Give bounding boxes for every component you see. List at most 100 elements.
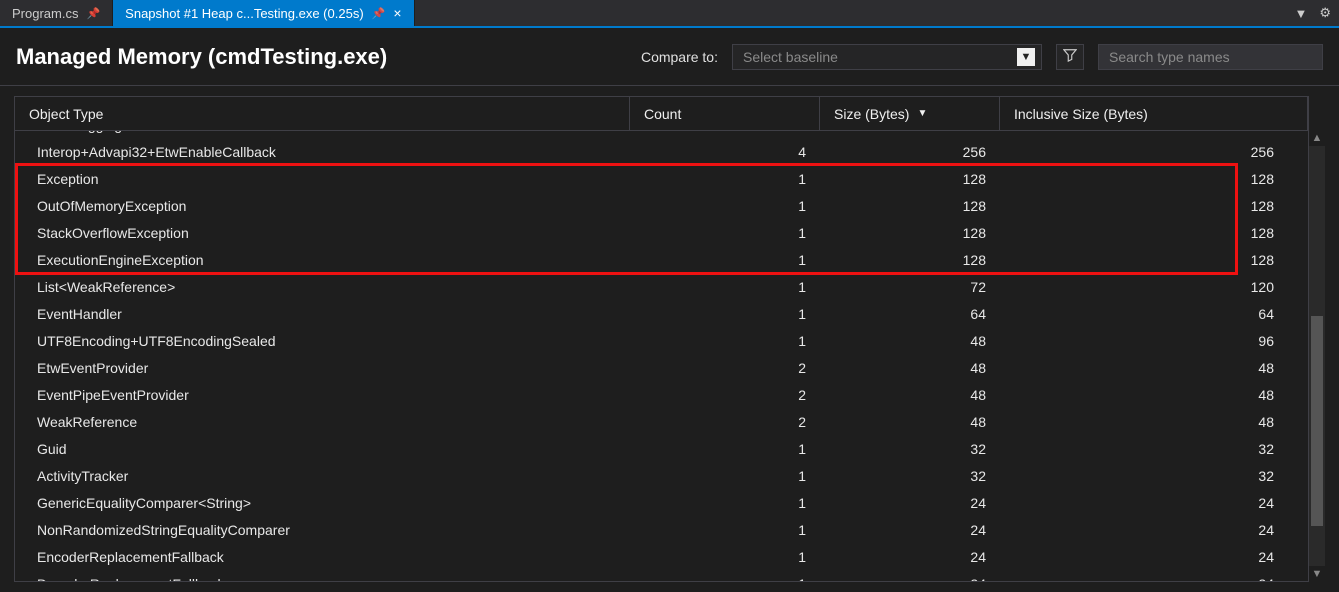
scroll-track[interactable] — [1309, 146, 1325, 566]
scroll-down-icon[interactable]: ▼ — [1309, 566, 1325, 582]
scroll-up-icon[interactable]: ▲ — [1309, 130, 1325, 146]
cell-count: 1 — [630, 198, 820, 214]
filter-button[interactable] — [1056, 44, 1084, 70]
table-row[interactable]: EtwEventProvider24848 — [15, 354, 1308, 381]
cell-type: EventPipeEventProvider — [15, 387, 630, 403]
cell-size: 256 — [820, 131, 1000, 133]
cell-type: ActivityTracker — [15, 468, 630, 484]
table-row[interactable]: Exception1128128 — [15, 165, 1308, 192]
cell-inclusive: 48 — [1000, 387, 1308, 403]
cell-type: GenericEqualityComparer<String> — [15, 495, 630, 511]
table-row[interactable]: Guid13232 — [15, 435, 1308, 462]
cell-size: 48 — [820, 414, 1000, 430]
vertical-scrollbar[interactable]: ▲ ▼ — [1309, 130, 1325, 582]
gear-icon[interactable]: ⚙ — [1319, 5, 1331, 21]
scroll-thumb[interactable] — [1311, 316, 1323, 526]
cell-inclusive: 32 — [1000, 468, 1308, 484]
filter-icon — [1063, 48, 1077, 65]
column-header-inclusive[interactable]: Inclusive Size (Bytes) — [1000, 97, 1308, 130]
cell-count: 1 — [630, 333, 820, 349]
header-bar: Managed Memory (cmdTesting.exe) Compare … — [0, 28, 1339, 86]
cell-count: 2 — [630, 360, 820, 376]
cell-type: OutOfMemoryException — [15, 198, 630, 214]
cell-inclusive: 128 — [1000, 252, 1308, 268]
table-row[interactable]: UTF8Encoding+UTF8EncodingSealed14896 — [15, 327, 1308, 354]
table-row[interactable]: EncoderReplacementFallback12424 — [15, 543, 1308, 570]
table-row[interactable]: OutOfMemoryException1128128 — [15, 192, 1308, 219]
chevron-down-icon[interactable]: ▼ — [1017, 48, 1035, 66]
table-row[interactable]: EventPipeEventProvider24848 — [15, 381, 1308, 408]
cell-count: 1 — [630, 225, 820, 241]
cell-size: 48 — [820, 333, 1000, 349]
pin-icon[interactable]: 📌 — [86, 7, 100, 20]
tab-snapshot[interactable]: Snapshot #1 Heap c...Testing.exe (0.25s)… — [113, 0, 414, 26]
rows-viewport: TraceLoggingEventHandleTable2256256Inter… — [15, 131, 1308, 581]
cell-size: 32 — [820, 441, 1000, 457]
cell-inclusive: 48 — [1000, 360, 1308, 376]
cell-size: 128 — [820, 198, 1000, 214]
cell-size: 24 — [820, 495, 1000, 511]
cell-count: 1 — [630, 468, 820, 484]
cell-type: Guid — [15, 441, 630, 457]
cell-size: 48 — [820, 387, 1000, 403]
cell-count: 1 — [630, 252, 820, 268]
tab-label: Snapshot #1 Heap c...Testing.exe (0.25s) — [125, 6, 363, 21]
cell-type: WeakReference — [15, 414, 630, 430]
cell-size: 32 — [820, 468, 1000, 484]
compare-label: Compare to: — [641, 49, 718, 65]
cell-count: 4 — [630, 144, 820, 160]
table-row[interactable]: List<WeakReference>172120 — [15, 273, 1308, 300]
column-header-size[interactable]: Size (Bytes) ▼ — [820, 97, 1000, 130]
cell-inclusive: 24 — [1000, 549, 1308, 565]
cell-inclusive: 48 — [1000, 414, 1308, 430]
tabstrip-spacer — [415, 0, 1287, 26]
tab-label: Program.cs — [12, 6, 78, 21]
table-row[interactable]: ActivityTracker13232 — [15, 462, 1308, 489]
cell-size: 24 — [820, 549, 1000, 565]
cell-type: EncoderReplacementFallback — [15, 549, 630, 565]
table-row[interactable]: ExecutionEngineException1128128 — [15, 246, 1308, 273]
cell-inclusive: 256 — [1000, 131, 1308, 133]
cell-type: EtwEventProvider — [15, 360, 630, 376]
cell-size: 24 — [820, 576, 1000, 582]
table-row[interactable]: DecoderReplacementFallback12424 — [15, 570, 1308, 581]
cell-count: 1 — [630, 441, 820, 457]
table-row[interactable]: EventHandler16464 — [15, 300, 1308, 327]
cell-count: 2 — [630, 131, 820, 133]
search-input[interactable] — [1109, 49, 1312, 65]
cell-size: 256 — [820, 144, 1000, 160]
dropdown-icon[interactable]: ▼ — [1294, 6, 1307, 21]
pin-icon[interactable]: 📌 — [372, 7, 386, 20]
search-box[interactable] — [1098, 44, 1323, 70]
cell-count: 2 — [630, 414, 820, 430]
table-row[interactable]: GenericEqualityComparer<String>12424 — [15, 489, 1308, 516]
cell-type: List<WeakReference> — [15, 279, 630, 295]
column-header-type[interactable]: Object Type — [15, 97, 630, 130]
baseline-placeholder: Select baseline — [743, 49, 838, 65]
tabstrip-actions: ▼ ⚙ — [1286, 0, 1339, 26]
tab-program[interactable]: Program.cs 📌 — [0, 0, 113, 26]
cell-type: StackOverflowException — [15, 225, 630, 241]
cell-size: 48 — [820, 360, 1000, 376]
table-row[interactable]: Interop+Advapi32+EtwEnableCallback425625… — [15, 138, 1308, 165]
cell-type: EventHandler — [15, 306, 630, 322]
table-row[interactable]: TraceLoggingEventHandleTable2256256 — [15, 131, 1308, 138]
cell-size: 128 — [820, 252, 1000, 268]
cell-count: 1 — [630, 279, 820, 295]
close-icon[interactable]: × — [393, 6, 401, 20]
table-row[interactable]: WeakReference24848 — [15, 408, 1308, 435]
cell-inclusive: 24 — [1000, 576, 1308, 582]
cell-count: 2 — [630, 387, 820, 403]
baseline-select[interactable]: Select baseline ▼ — [732, 44, 1042, 70]
column-header-count[interactable]: Count — [630, 97, 820, 130]
cell-count: 1 — [630, 522, 820, 538]
table-row[interactable]: StackOverflowException1128128 — [15, 219, 1308, 246]
cell-count: 1 — [630, 306, 820, 322]
cell-type: Exception — [15, 171, 630, 187]
cell-size: 72 — [820, 279, 1000, 295]
table-row[interactable]: NonRandomizedStringEqualityComparer12424 — [15, 516, 1308, 543]
page-title: Managed Memory (cmdTesting.exe) — [16, 44, 387, 70]
cell-inclusive: 128 — [1000, 171, 1308, 187]
rows-container: TraceLoggingEventHandleTable2256256Inter… — [15, 131, 1308, 581]
cell-type: Interop+Advapi32+EtwEnableCallback — [15, 144, 630, 160]
